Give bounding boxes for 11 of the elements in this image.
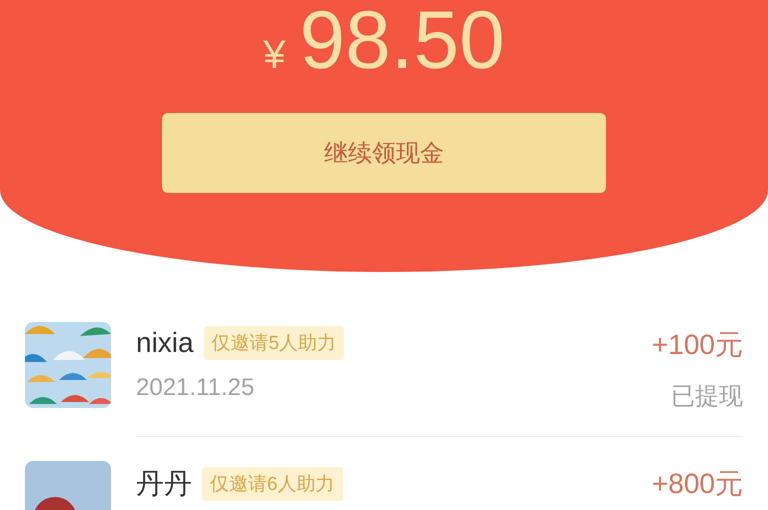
user-name: nixia	[136, 327, 194, 359]
user-name: 丹丹	[136, 467, 192, 501]
record-date: 2021.11.25	[136, 374, 256, 402]
invite-tag: 仅邀请5人助力	[204, 326, 344, 360]
reward-amount: +800元	[652, 467, 743, 501]
currency-symbol: ¥	[263, 33, 286, 78]
continue-button[interactable]: 继续领现金	[162, 113, 606, 193]
reward-amount: +100元	[652, 328, 743, 362]
invite-tag: 仅邀请6人助力	[202, 467, 343, 501]
balance-amount: 98.50	[300, 0, 505, 82]
withdraw-status: 已提现	[671, 382, 743, 412]
